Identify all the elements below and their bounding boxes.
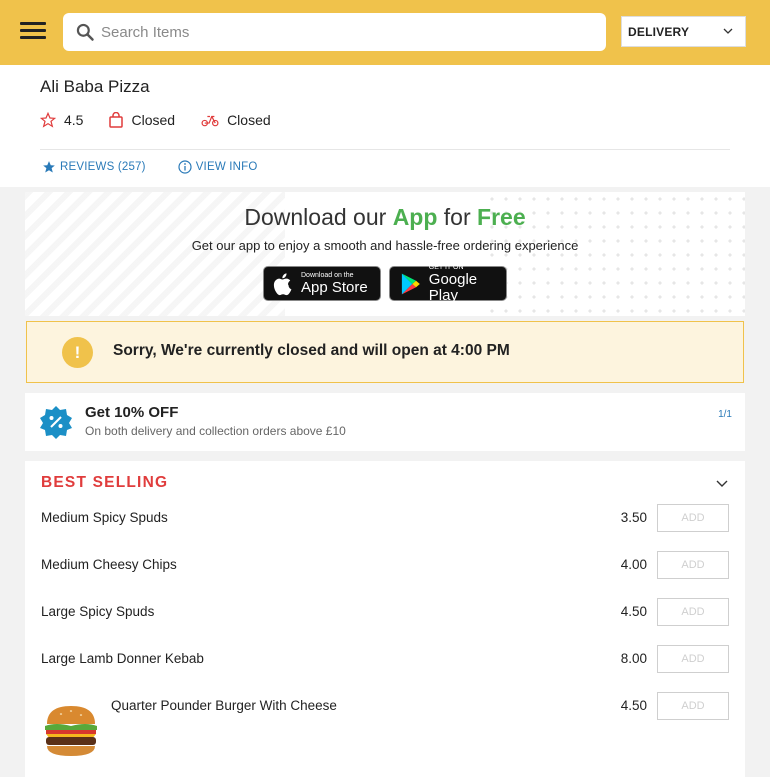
shop-meta: 4.5 Closed Closed: [40, 112, 297, 128]
menu-item[interactable]: Large Lamb Donner Kebab 8.00 ADD: [25, 645, 745, 675]
menu-item[interactable]: Large Spicy Spuds 4.50 ADD: [25, 598, 745, 628]
google-play-button[interactable]: GET IT ON Google Play: [389, 264, 507, 304]
shop-info: Ali Baba Pizza 4.5 Closed Closed REVIEWS…: [0, 65, 770, 187]
add-button[interactable]: ADD: [657, 692, 729, 720]
discount-badge-icon: [40, 406, 72, 439]
add-button[interactable]: ADD: [657, 645, 729, 673]
app-title-prefix: Download our: [244, 204, 393, 230]
chevron-down-icon: [723, 28, 733, 34]
menu-item[interactable]: Quarter Pounder Burger With Cheese 4.50 …: [25, 692, 745, 777]
menu-item-name: Large Lamb Donner Kebab: [41, 651, 204, 666]
collection-status-text: Closed: [131, 112, 176, 128]
hamburger-menu-icon[interactable]: [20, 22, 46, 42]
order-mode-value: DELIVERY: [628, 24, 690, 39]
menu-section: BEST SELLING Medium Spicy Spuds 3.50 ADD…: [25, 461, 745, 777]
closed-notice-text: Sorry, We're currently closed and will o…: [113, 342, 510, 359]
delivery-status-text: Closed: [227, 112, 271, 128]
chevron-down-icon[interactable]: [716, 479, 728, 489]
delivery-status: Closed: [201, 112, 271, 128]
google-play-logo-icon: [401, 273, 420, 294]
info-icon: [178, 160, 192, 174]
search-input[interactable]: [101, 13, 591, 51]
offer-card[interactable]: Get 10% OFF On both delivery and collect…: [25, 393, 745, 451]
menu-item-price: 8.00: [620, 651, 647, 666]
rating: 4.5: [40, 112, 83, 128]
menu-item-name: Medium Spicy Spuds: [41, 510, 168, 525]
app-title-free: Free: [477, 204, 526, 230]
collection-status: Closed: [109, 112, 175, 128]
search-box[interactable]: [63, 13, 606, 51]
burger-image: [45, 706, 97, 756]
star-outline-icon: [40, 112, 56, 128]
add-button[interactable]: ADD: [657, 598, 729, 626]
rating-value: 4.5: [64, 112, 84, 128]
shopping-bag-icon: [109, 112, 124, 128]
menu-item[interactable]: Medium Cheesy Chips 4.00 ADD: [25, 551, 745, 581]
view-info-link[interactable]: VIEW INFO: [178, 160, 258, 174]
app-banner-title: Download our App for Free: [25, 204, 745, 231]
menu-item-price: 3.50: [620, 510, 647, 525]
menu-item-name: Large Spicy Spuds: [41, 604, 155, 619]
search-icon: [76, 23, 94, 41]
shop-name: Ali Baba Pizza: [40, 77, 150, 96]
category-title: BEST SELLING: [41, 474, 169, 491]
app-store-big: App Store: [301, 278, 368, 296]
top-bar: DELIVERY: [0, 0, 770, 65]
scooter-icon: [201, 115, 219, 127]
app-banner-subtitle: Get our app to enjoy a smooth and hassle…: [191, 238, 579, 253]
offer-description: On both delivery and collection orders a…: [85, 424, 346, 438]
offer-pager: 1/1: [718, 409, 732, 420]
closed-notice: ! Sorry, We're currently closed and will…: [26, 321, 744, 383]
add-button[interactable]: ADD: [657, 504, 729, 532]
app-store-button[interactable]: Download on the App Store: [263, 266, 381, 301]
apple-logo-icon: [273, 272, 292, 295]
view-info-label: VIEW INFO: [195, 161, 258, 173]
star-icon: [43, 161, 55, 173]
offer-title: Get 10% OFF: [85, 404, 179, 421]
reviews-link[interactable]: REVIEWS (257): [42, 160, 146, 174]
menu-item-name: Medium Cheesy Chips: [41, 557, 177, 572]
add-button[interactable]: ADD: [657, 551, 729, 579]
app-title-app: App: [392, 204, 438, 230]
menu-item-price: 4.50: [620, 604, 647, 619]
menu-item-price: 4.00: [620, 557, 647, 572]
menu-item-name: Quarter Pounder Burger With Cheese: [111, 698, 337, 713]
menu-item[interactable]: Medium Spicy Spuds 3.50 ADD: [25, 504, 745, 534]
divider: [40, 149, 730, 150]
reviews-label: REVIEWS (257): [60, 161, 146, 173]
google-play-big: Google Play: [428, 270, 478, 304]
menu-item-price: 4.50: [620, 698, 647, 713]
app-title-mid: for: [437, 204, 478, 230]
shop-links: REVIEWS (257) VIEW INFO: [42, 160, 290, 174]
order-mode-select[interactable]: DELIVERY: [621, 16, 746, 47]
alert-icon: !: [62, 337, 93, 368]
app-download-banner: Download our App for Free Get our app to…: [25, 192, 745, 316]
